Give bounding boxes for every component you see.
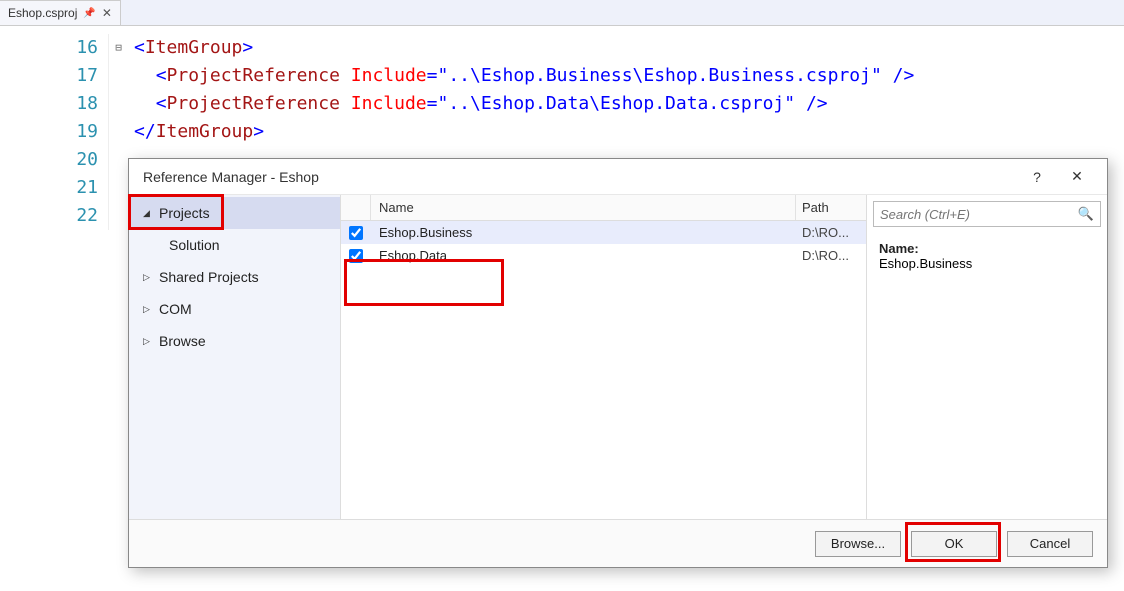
search-icon[interactable]: 🔍 bbox=[1078, 206, 1094, 222]
sidebar-item-com[interactable]: ▷ COM bbox=[129, 293, 340, 325]
syntax-angle: </ bbox=[134, 121, 156, 142]
chevron-right-icon: ▷ bbox=[143, 272, 155, 283]
row-checkbox[interactable] bbox=[349, 249, 363, 263]
column-name[interactable]: Name bbox=[371, 195, 796, 220]
pin-icon[interactable]: 📌 bbox=[83, 8, 95, 19]
reference-manager-dialog: Reference Manager - Eshop ? ✕ ◢ Projects… bbox=[128, 158, 1108, 568]
sidebar-item-solution[interactable]: Solution bbox=[129, 229, 340, 261]
sidebar-item-projects[interactable]: ◢ Projects bbox=[129, 197, 340, 229]
syntax-angle: < bbox=[156, 93, 167, 114]
syntax-angle: < bbox=[134, 37, 145, 58]
chevron-right-icon: ▷ bbox=[143, 304, 155, 315]
sidebar-item-label: Browse bbox=[159, 333, 206, 349]
syntax-angle: < bbox=[156, 65, 167, 86]
details-name-value: Eshop.Business bbox=[879, 256, 1095, 271]
row-name: Eshop.Business bbox=[371, 221, 796, 244]
fold-column: ⊟ bbox=[108, 34, 128, 230]
dialog-close-button[interactable]: ✕ bbox=[1057, 162, 1097, 192]
dialog-footer: Browse... OK Cancel bbox=[129, 519, 1107, 567]
row-name: Eshop.Data bbox=[371, 244, 796, 267]
sidebar-item-label: Shared Projects bbox=[159, 269, 259, 285]
dialog-title: Reference Manager - Eshop bbox=[143, 169, 319, 185]
row-checkbox[interactable] bbox=[349, 226, 363, 240]
tab-label: Eshop.csproj bbox=[8, 6, 77, 20]
row-path: D:\RO... bbox=[796, 221, 866, 244]
column-path[interactable]: Path bbox=[796, 195, 866, 220]
sidebar-item-browse[interactable]: ▷ Browse bbox=[129, 325, 340, 357]
browse-button[interactable]: Browse... bbox=[815, 531, 901, 557]
dialog-titlebar: Reference Manager - Eshop ? ✕ bbox=[129, 159, 1107, 195]
tab-bar: Eshop.csproj 📌 ✕ bbox=[0, 0, 1124, 26]
fold-toggle[interactable]: ⊟ bbox=[109, 34, 128, 62]
syntax-attr: Include bbox=[351, 93, 427, 114]
ok-button[interactable]: OK bbox=[911, 531, 997, 557]
syntax-tag: ProjectReference bbox=[167, 65, 340, 86]
close-icon[interactable]: ✕ bbox=[102, 6, 112, 20]
syntax-angle: > bbox=[242, 37, 253, 58]
sidebar-item-label: COM bbox=[159, 301, 192, 317]
sidebar-item-shared-projects[interactable]: ▷ Shared Projects bbox=[129, 261, 340, 293]
syntax-attr: Include bbox=[351, 65, 427, 86]
chevron-down-icon: ◢ bbox=[143, 208, 155, 219]
syntax-tag: ItemGroup bbox=[156, 121, 254, 142]
file-tab[interactable]: Eshop.csproj 📌 ✕ bbox=[0, 0, 121, 25]
list-row[interactable]: Eshop.Data D:\RO... bbox=[341, 244, 866, 267]
syntax-tag: ItemGroup bbox=[145, 37, 243, 58]
chevron-right-icon: ▷ bbox=[143, 336, 155, 347]
project-list: Name Path Eshop.Business D:\RO... Eshop.… bbox=[341, 195, 867, 519]
category-sidebar: ◢ Projects Solution ▷ Shared Projects ▷ … bbox=[129, 195, 341, 519]
syntax-angle: > bbox=[253, 121, 264, 142]
help-button[interactable]: ? bbox=[1017, 162, 1057, 192]
list-row[interactable]: Eshop.Business D:\RO... bbox=[341, 221, 866, 244]
line-gutter: 16171819202122 bbox=[0, 34, 108, 230]
search-box[interactable]: 🔍 bbox=[873, 201, 1101, 227]
search-input[interactable] bbox=[880, 207, 1078, 222]
syntax-string: ..\Eshop.Data\Eshop.Data.csproj bbox=[448, 93, 784, 114]
cancel-button[interactable]: Cancel bbox=[1007, 531, 1093, 557]
sidebar-item-label: Solution bbox=[169, 237, 220, 253]
row-path: D:\RO... bbox=[796, 244, 866, 267]
syntax-tag: ProjectReference bbox=[167, 93, 340, 114]
details-panel: 🔍 Name: Eshop.Business bbox=[867, 195, 1107, 519]
sidebar-item-label: Projects bbox=[159, 205, 210, 221]
details-name-label: Name: bbox=[879, 241, 1095, 256]
list-header: Name Path bbox=[341, 195, 866, 221]
syntax-string: ..\Eshop.Business\Eshop.Business.csproj bbox=[448, 65, 871, 86]
